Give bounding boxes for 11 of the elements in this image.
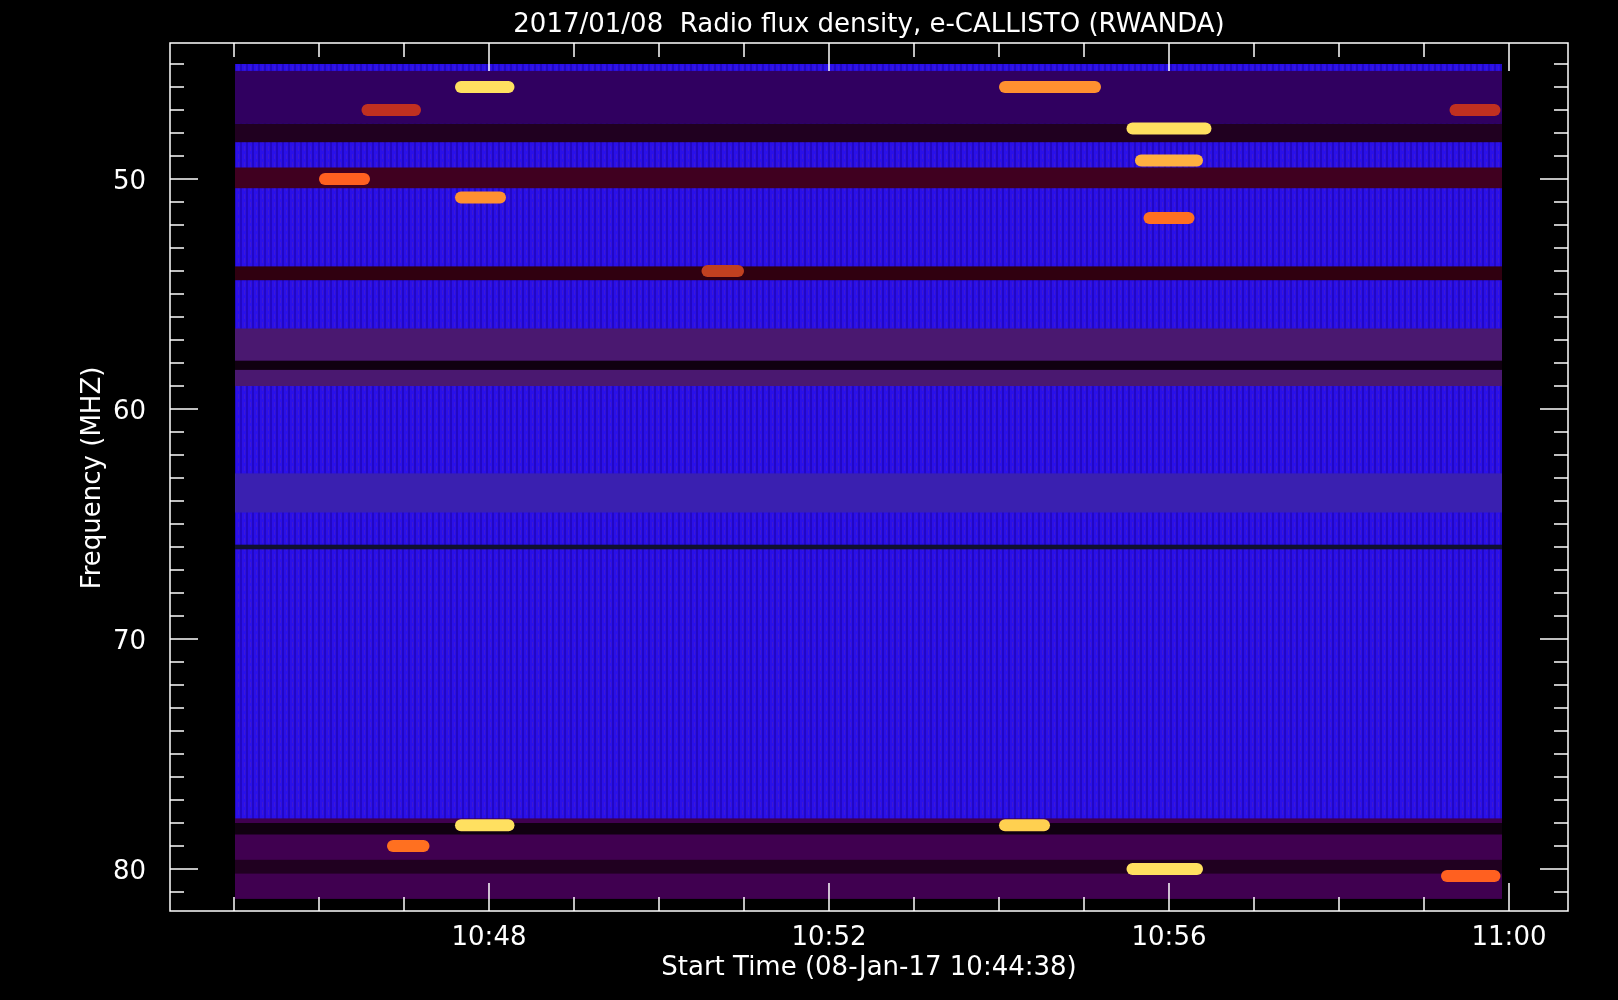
tick-label: 70 — [112, 625, 146, 655]
tick-label: 60 — [112, 395, 146, 425]
axis-label: Start Time (08-Jan-17 10:44:38) — [661, 951, 1077, 981]
axis-label: Frequency (MHZ) — [76, 366, 106, 590]
tick-label: 11:00 — [1471, 921, 1547, 951]
tick-label: 10:48 — [451, 921, 527, 951]
tick-label: 10:52 — [791, 921, 867, 951]
chart-title: 2017/01/08 Radio flux density, e-CALLISTO (RWANDA) — [513, 8, 1225, 38]
tick-label: 10:56 — [1131, 921, 1207, 951]
tick-label: 50 — [112, 165, 146, 195]
tick-label: 80 — [112, 855, 146, 885]
